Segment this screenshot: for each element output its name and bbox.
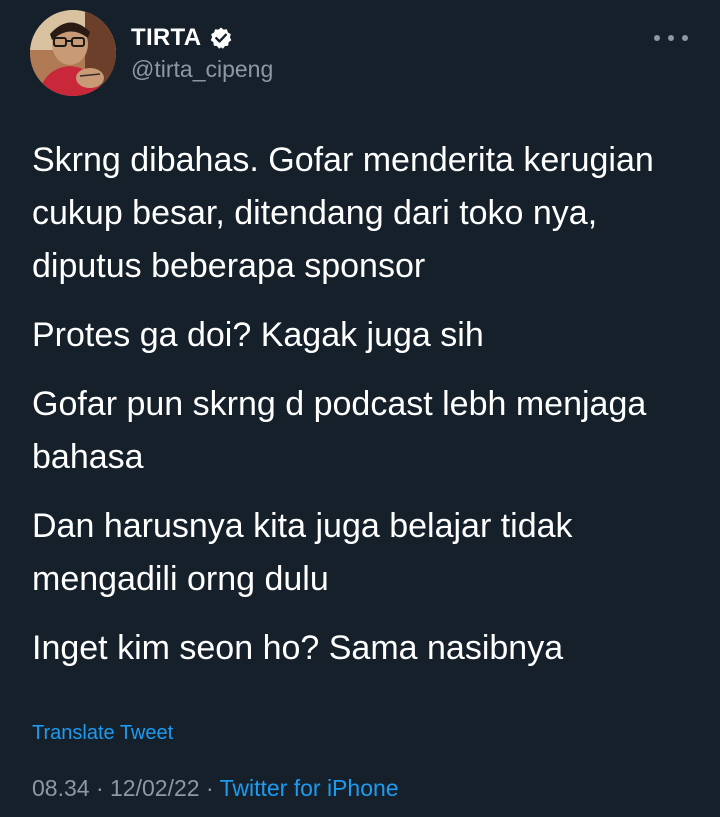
tweet-paragraph: Dan harusnya kita juga belajar tidak men…	[32, 507, 573, 598]
more-dot	[682, 35, 688, 41]
tweet-time: 08.34	[32, 775, 90, 801]
tweet-metadata: 08.34 · 12/02/22 · Twitter for iPhone	[32, 775, 399, 802]
tweet-source-link[interactable]: Twitter for iPhone	[220, 775, 399, 801]
author-handle[interactable]: @tirta_cipeng	[131, 56, 273, 83]
tweet-paragraph: Skrng dibahas. Gofar menderita kerugian …	[32, 141, 654, 285]
author-display-name[interactable]: TIRTA	[131, 24, 201, 52]
meta-separator: ·	[205, 775, 214, 801]
author-info[interactable]: TIRTA @tirta_cipeng	[131, 22, 273, 83]
author-name-row: TIRTA	[131, 22, 273, 54]
avatar[interactable]	[30, 10, 116, 96]
tweet-paragraph: Protes ga doi? Kagak juga sih	[32, 316, 484, 354]
avatar-photo	[30, 10, 116, 96]
verified-badge-icon	[209, 26, 233, 50]
tweet-paragraph: Inget kim seon ho? Sama nasibnya	[32, 629, 564, 667]
more-dot	[668, 35, 674, 41]
tweet-paragraph: Gofar pun skrng d podcast lebh menjaga b…	[32, 385, 647, 476]
translate-tweet-link[interactable]: Translate Tweet	[32, 722, 173, 745]
more-options-icon[interactable]	[654, 30, 688, 46]
more-dot	[654, 35, 660, 41]
tweet-date: 12/02/22	[110, 775, 200, 801]
tweet-detail: TIRTA @tirta_cipeng Skrng dibahas. Gofar…	[0, 0, 720, 817]
meta-separator: ·	[95, 775, 104, 801]
tweet-text: Skrng dibahas. Gofar menderita kerugian …	[32, 134, 692, 691]
